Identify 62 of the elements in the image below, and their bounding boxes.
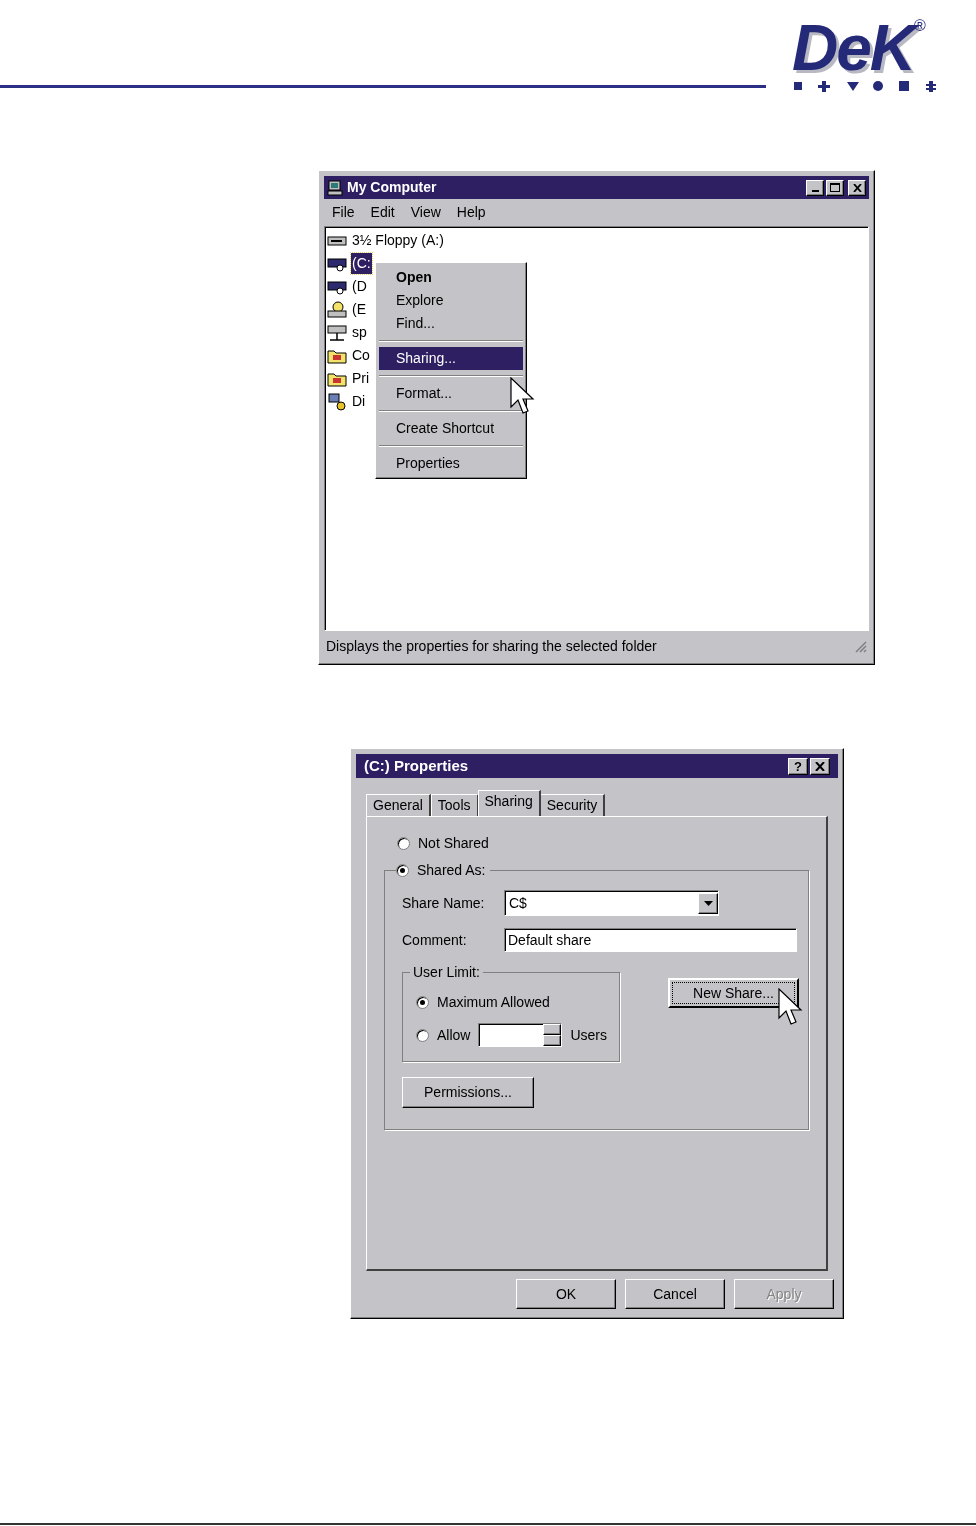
network-drive-icon xyxy=(327,323,347,342)
tab[interactable]: Tools xyxy=(430,794,479,816)
field-label: Share Name: xyxy=(402,893,486,913)
context-menu-item[interactable]: Find... xyxy=(379,312,523,335)
minimize-button[interactable] xyxy=(806,179,824,196)
drive-item[interactable]: (D xyxy=(351,276,368,297)
radio-label: Shared As: xyxy=(417,861,486,880)
new-share-button[interactable]: New Share... xyxy=(668,978,799,1008)
drive-item[interactable]: Pri xyxy=(351,368,371,389)
drive-item[interactable]: sp xyxy=(351,322,368,343)
tab[interactable]: Security xyxy=(539,794,606,816)
folder-icon xyxy=(327,347,347,364)
user-count-spinner[interactable] xyxy=(478,1023,563,1047)
field-label: Comment: xyxy=(402,930,468,950)
context-menu-item[interactable]: Explore xyxy=(379,289,523,312)
drive-item[interactable]: (C: xyxy=(351,253,372,274)
context-menu-item[interactable]: Create Shortcut xyxy=(379,417,523,440)
dropdown-arrow-icon xyxy=(703,900,713,906)
close-button[interactable] xyxy=(848,179,866,196)
radio-button[interactable] xyxy=(416,996,429,1009)
tab[interactable]: Sharing xyxy=(477,790,541,816)
close-icon xyxy=(815,761,825,771)
radio-label: Not Shared xyxy=(418,834,489,853)
floppy-drive-icon xyxy=(327,233,347,248)
share-name-combobox[interactable]: C$ xyxy=(504,890,719,916)
drive-item[interactable]: Co xyxy=(351,345,371,366)
hard-drive-icon xyxy=(327,278,347,295)
cursor-icon xyxy=(778,988,804,1028)
radio-button[interactable] xyxy=(397,837,410,850)
context-menu-item[interactable]: Sharing... xyxy=(379,347,523,370)
radio-button[interactable] xyxy=(396,864,409,877)
drive-item[interactable]: Di xyxy=(351,391,367,412)
menu-item[interactable]: Edit xyxy=(370,202,395,223)
context-menu-item[interactable]: Open xyxy=(379,266,523,289)
tab[interactable]: General xyxy=(366,794,431,816)
menu-item[interactable]: File xyxy=(332,202,355,223)
folder-icon xyxy=(327,370,347,387)
menu-item[interactable]: View xyxy=(410,202,441,223)
dialog-title: (C:) Properties xyxy=(364,755,469,776)
comment-field[interactable]: Default share xyxy=(504,928,797,952)
hard-drive-icon xyxy=(327,255,347,272)
close-button[interactable] xyxy=(810,757,830,775)
unit-label: Users xyxy=(570,1025,608,1045)
menu-item[interactable]: Help xyxy=(456,202,486,223)
status-bar-text: Displays the properties for sharing the selected folder xyxy=(326,636,658,656)
resize-grip-icon xyxy=(853,639,867,653)
radio-label: Allow xyxy=(437,1025,471,1045)
drive-item[interactable]: 3½ Floppy (A:) xyxy=(351,230,445,251)
drive-item[interactable]: (E xyxy=(351,299,367,320)
network-computers-icon xyxy=(327,392,347,411)
radio-button[interactable] xyxy=(416,1028,429,1042)
context-menu-item[interactable]: Properties xyxy=(379,452,523,475)
permissions-button[interactable]: Permissions... xyxy=(402,1077,534,1108)
help-button[interactable]: ? xyxy=(788,757,808,775)
dialog-button[interactable]: OK xyxy=(516,1279,616,1309)
computer-icon xyxy=(327,179,343,196)
close-icon xyxy=(852,183,862,192)
maximize-button[interactable] xyxy=(826,179,844,196)
cd-drive-icon xyxy=(327,300,347,319)
window-title: My Computer xyxy=(347,178,437,197)
dialog-button[interactable]: Cancel xyxy=(625,1279,725,1309)
radio-label: Maximum Allowed xyxy=(437,993,550,1012)
